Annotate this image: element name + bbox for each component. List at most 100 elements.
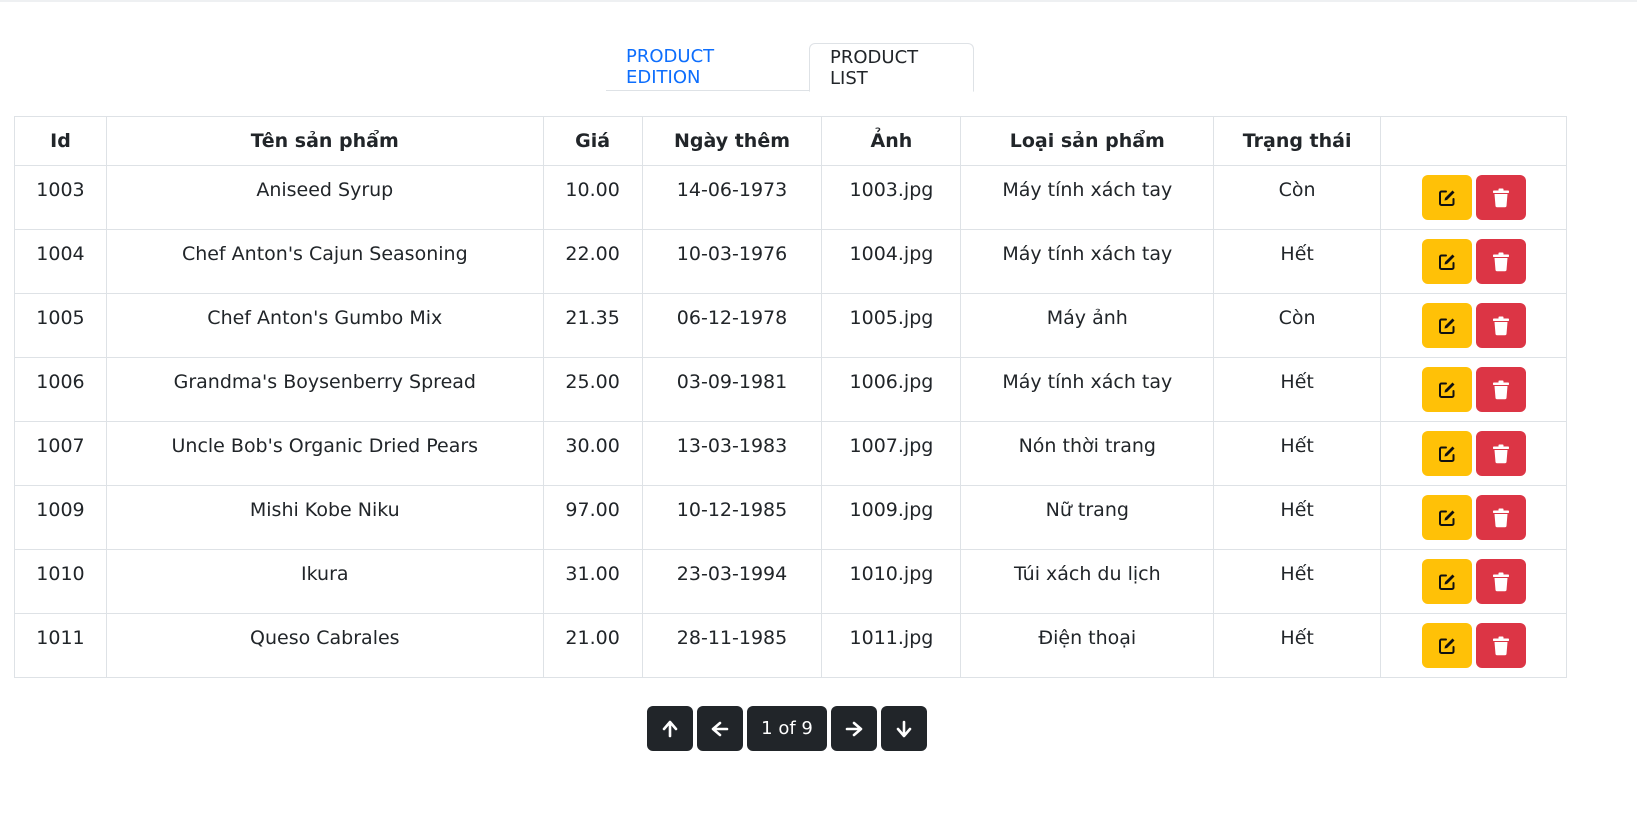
- cell-status: Hết: [1213, 549, 1382, 614]
- edit-icon: [1438, 382, 1455, 398]
- cell-image: 1003.jpg: [821, 165, 962, 230]
- edit-button[interactable]: [1421, 367, 1472, 412]
- cell-id: 1010: [14, 549, 107, 614]
- edit-button[interactable]: [1421, 559, 1472, 604]
- cell-category: Túi xách du lịch: [960, 549, 1215, 614]
- cell-id: 1006: [14, 357, 107, 422]
- top-divider: [0, 0, 1637, 2]
- cell-category: Máy tính xách tay: [960, 357, 1215, 422]
- arrow-up-icon: [662, 720, 678, 737]
- table-row: 1005 Chef Anton's Gumbo Mix 21.35 06-12-197…: [14, 293, 1567, 358]
- edit-icon: [1438, 638, 1455, 654]
- header-price: Giá: [542, 116, 643, 166]
- cell-status: Hết: [1213, 357, 1382, 422]
- cell-name: Chef Anton's Gumbo Mix: [105, 293, 544, 358]
- delete-button[interactable]: [1475, 367, 1526, 412]
- arrow-left-icon: [711, 721, 729, 736]
- tab-product-list[interactable]: PRODUCT LIST: [809, 43, 974, 92]
- table-body: 1003 Aniseed Syrup 10.00 14-06-1973 1003.jpg…: [14, 165, 1567, 678]
- edit-button[interactable]: [1421, 495, 1472, 540]
- cell-date: 03-09-1981: [641, 357, 823, 422]
- cell-id: 1003: [14, 165, 107, 230]
- tab-product-edition[interactable]: PRODUCT EDITION: [606, 43, 809, 91]
- trash-icon: [1492, 188, 1509, 207]
- first-page-button[interactable]: [647, 706, 693, 751]
- row-actions: [1380, 293, 1567, 358]
- delete-button[interactable]: [1475, 239, 1526, 284]
- edit-icon: [1438, 190, 1455, 206]
- trash-icon: [1492, 380, 1509, 399]
- cell-price: 10.00: [542, 165, 643, 230]
- cell-date: 14-06-1973: [641, 165, 823, 230]
- delete-button[interactable]: [1475, 623, 1526, 668]
- cell-id: 1005: [14, 293, 107, 358]
- edit-button[interactable]: [1421, 175, 1472, 220]
- cell-status: Hết: [1213, 613, 1382, 678]
- edit-button[interactable]: [1421, 431, 1472, 476]
- header-status: Trạng thái: [1213, 116, 1382, 166]
- cell-date: 06-12-1978: [641, 293, 823, 358]
- cell-id: 1007: [14, 421, 107, 486]
- last-page-button[interactable]: [881, 706, 927, 751]
- table-row: 1006 Grandma's Boysenberry Spread 25.00 03-…: [14, 357, 1567, 422]
- table-row: 1003 Aniseed Syrup 10.00 14-06-1973 1003.jpg…: [14, 165, 1567, 230]
- cell-name: Uncle Bob's Organic Dried Pears: [105, 421, 544, 486]
- product-table: Id Tên sản phẩm Giá Ngày thêm Ảnh Loại sản ph…: [14, 116, 1567, 678]
- delete-button[interactable]: [1475, 559, 1526, 604]
- cell-price: 25.00: [542, 357, 643, 422]
- row-actions: [1380, 165, 1567, 230]
- cell-category: Máy ảnh: [960, 293, 1215, 358]
- edit-icon: [1438, 318, 1455, 334]
- delete-button[interactable]: [1475, 303, 1526, 348]
- table-row: 1010 Ikura 31.00 23-03-1994 1010.jpg Túi xách…: [14, 549, 1567, 614]
- edit-icon: [1438, 254, 1455, 270]
- cell-image: 1007.jpg: [821, 421, 962, 486]
- row-actions: [1380, 421, 1567, 486]
- edit-button[interactable]: [1421, 303, 1472, 348]
- cell-price: 97.00: [542, 485, 643, 550]
- table-row: 1007 Uncle Bob's Organic Dried Pears 30.00…: [14, 421, 1567, 486]
- row-actions: [1380, 357, 1567, 422]
- cell-date: 10-12-1985: [641, 485, 823, 550]
- cell-price: 30.00: [542, 421, 643, 486]
- row-actions: [1380, 229, 1567, 294]
- arrow-right-icon: [845, 721, 863, 736]
- header-id: Id: [14, 116, 107, 166]
- trash-icon: [1492, 572, 1509, 591]
- table-row: 1009 Mishi Kobe Niku 97.00 10-12-1985 1009.j…: [14, 485, 1567, 550]
- cell-price: 21.35: [542, 293, 643, 358]
- cell-date: 13-03-1983: [641, 421, 823, 486]
- cell-date: 28-11-1985: [641, 613, 823, 678]
- cell-price: 31.00: [542, 549, 643, 614]
- cell-name: Queso Cabrales: [105, 613, 544, 678]
- edit-icon: [1438, 510, 1455, 526]
- cell-status: Hết: [1213, 229, 1382, 294]
- trash-icon: [1492, 252, 1509, 271]
- edit-button[interactable]: [1421, 623, 1472, 668]
- delete-button[interactable]: [1475, 431, 1526, 476]
- edit-icon: [1438, 446, 1455, 462]
- header-category: Loại sản phẩm: [960, 116, 1215, 166]
- cell-image: 1010.jpg: [821, 549, 962, 614]
- cell-price: 21.00: [542, 613, 643, 678]
- row-actions: [1380, 549, 1567, 614]
- trash-icon: [1492, 444, 1509, 463]
- delete-button[interactable]: [1475, 495, 1526, 540]
- row-actions: [1380, 613, 1567, 678]
- prev-page-button[interactable]: [697, 706, 743, 751]
- cell-image: 1005.jpg: [821, 293, 962, 358]
- next-page-button[interactable]: [831, 706, 877, 751]
- cell-name: Aniseed Syrup: [105, 165, 544, 230]
- cell-id: 1011: [14, 613, 107, 678]
- cell-id: 1004: [14, 229, 107, 294]
- cell-category: Máy tính xách tay: [960, 229, 1215, 294]
- table-row: 1011 Queso Cabrales 21.00 28-11-1985 1011.jp…: [14, 613, 1567, 678]
- cell-category: Máy tính xách tay: [960, 165, 1215, 230]
- delete-button[interactable]: [1475, 175, 1526, 220]
- cell-category: Điện thoại: [960, 613, 1215, 678]
- edit-button[interactable]: [1421, 239, 1472, 284]
- cell-name: Ikura: [105, 549, 544, 614]
- header-date: Ngày thêm: [641, 116, 823, 166]
- table-header-row: Id Tên sản phẩm Giá Ngày thêm Ảnh Loại sản ph…: [14, 116, 1567, 166]
- header-name: Tên sản phẩm: [105, 116, 544, 166]
